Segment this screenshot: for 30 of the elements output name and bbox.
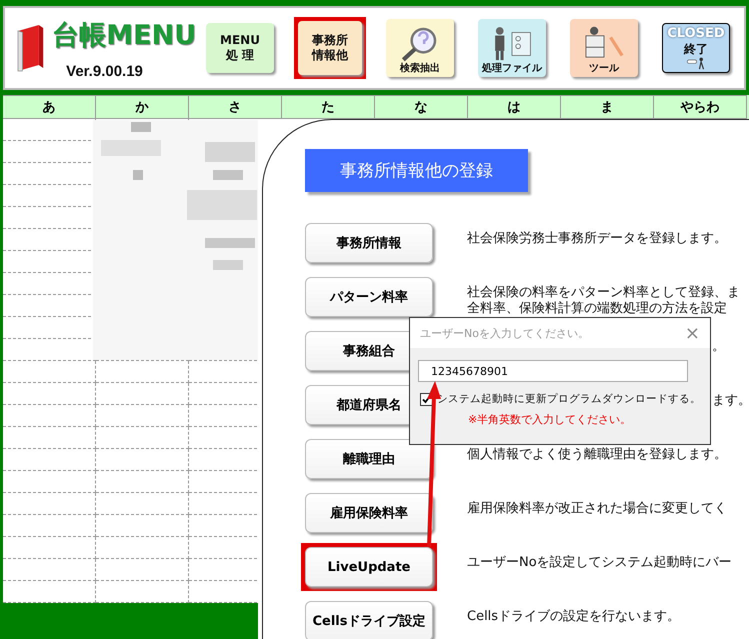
- description-text: 個人情報でよく使う離職理由を登録します。: [467, 446, 727, 463]
- index-tab[interactable]: ま: [561, 95, 654, 119]
- settings-button[interactable]: パターン料率: [305, 277, 433, 317]
- index-tab[interactable]: やらわ: [654, 95, 747, 119]
- app-title: 台帳MENU: [52, 18, 196, 52]
- toolbar-button[interactable]: 事務所 情報他: [298, 21, 362, 75]
- description-text: ユーザーNoを設定してシステム起動時にバー: [467, 554, 732, 571]
- warning-note: ※半角英数で入力してください。: [468, 412, 632, 427]
- toolbar-button[interactable]: ツール: [570, 19, 638, 77]
- toolbar-button[interactable]: 検索抽出: [386, 19, 454, 77]
- index-tab[interactable]: は: [468, 95, 561, 119]
- settings-button[interactable]: 離職理由: [305, 439, 433, 479]
- toolbar-button[interactable]: 処理ファイル: [478, 19, 546, 77]
- close-icon[interactable]: ×: [684, 322, 700, 344]
- version-label: Ver.9.00.19: [66, 62, 144, 80]
- description-text: 。: [712, 338, 725, 355]
- settings-button[interactable]: Cellsドライブ設定: [305, 601, 433, 639]
- index-tab[interactable]: な: [375, 95, 468, 119]
- user-number-field[interactable]: 12345678901: [418, 360, 688, 382]
- toolbar-button[interactable]: MENU 処 理: [206, 23, 274, 73]
- description-text: 社会保険の料率をパターン料率として登録、ま 全料率、保険料計算の端数処理の方法を設定: [467, 284, 740, 317]
- description-text: ます。: [712, 392, 749, 409]
- description-text: 社会保険労務士事務所データを登録します。: [467, 230, 727, 247]
- description-text: 雇用保険料率が改正された場合に変更してく: [467, 500, 727, 517]
- settings-button[interactable]: 雇用保険料率: [305, 493, 433, 533]
- panel-title: 事務所情報他の登録: [305, 149, 528, 192]
- settings-button[interactable]: LiveUpdate: [305, 547, 433, 587]
- description-text: Cellsドライブの設定を行ないます。: [467, 608, 680, 625]
- toolbar-button[interactable]: CLOSED 終了: [662, 23, 730, 73]
- settings-button[interactable]: 事務所情報: [305, 223, 433, 263]
